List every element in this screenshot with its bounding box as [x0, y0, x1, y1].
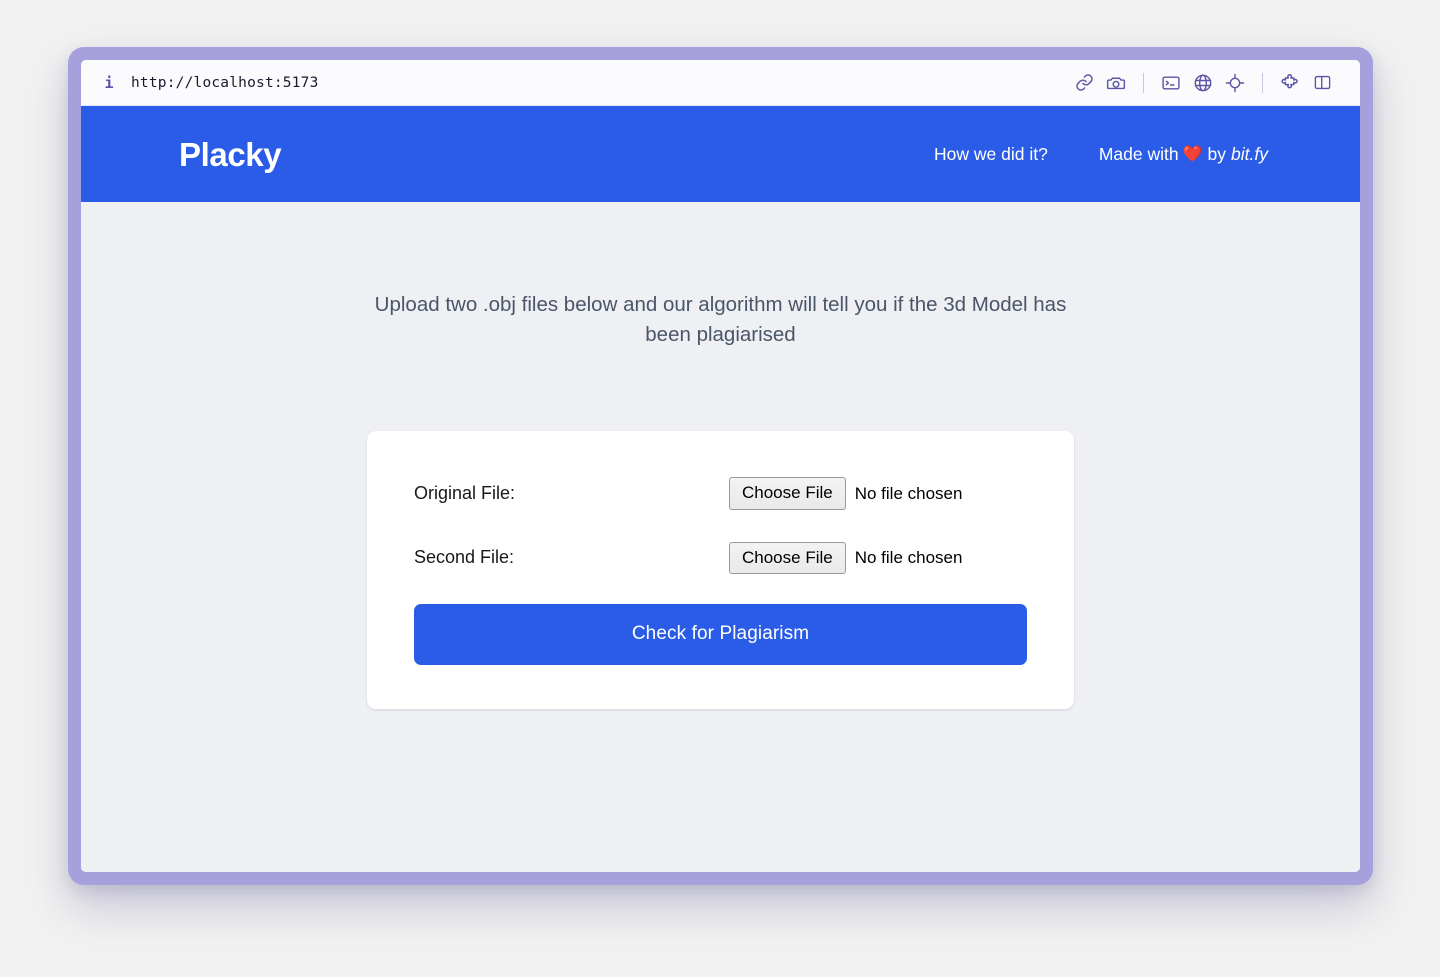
site-logo[interactable]: Placky	[179, 138, 282, 171]
original-file-status: No file chosen	[854, 483, 963, 503]
browser-inner: i http://localhost:5173 Placky How we di…	[81, 60, 1360, 872]
puzzle-icon[interactable]	[1274, 69, 1306, 97]
original-file-input[interactable]: Choose File No file chosen	[729, 477, 963, 510]
heart-icon: ❤️	[1182, 146, 1203, 163]
intro-text: Upload two .obj files below and our algo…	[374, 293, 1067, 346]
globe-icon[interactable]	[1187, 69, 1219, 97]
panel-icon[interactable]	[1306, 69, 1338, 97]
link-icon[interactable]	[1068, 69, 1100, 97]
camera-icon[interactable]	[1100, 69, 1132, 97]
toolbar-divider-2	[1262, 72, 1263, 93]
main-content: Upload two .obj files below and our algo…	[81, 202, 1360, 872]
browser-url-bar: i http://localhost:5173	[81, 60, 1360, 106]
second-choose-file-button[interactable]: Choose File	[729, 541, 846, 574]
file-row-original: Original File: Choose File No file chose…	[414, 477, 1027, 510]
made-with-credit: Made with ❤️ by bit.fy	[1099, 144, 1268, 165]
toolbar-divider-1	[1143, 72, 1144, 93]
made-with-prefix: Made with	[1098, 143, 1179, 164]
browser-toolbar-icons	[1068, 69, 1338, 97]
original-file-label: Original File:	[414, 483, 516, 504]
upload-card: Original File: Choose File No file chose…	[367, 431, 1074, 709]
nav-link-how-we-did-it[interactable]: How we did it?	[934, 144, 1048, 165]
original-choose-file-button[interactable]: Choose File	[729, 477, 846, 510]
second-file-status: No file chosen	[854, 547, 963, 567]
url-text[interactable]: http://localhost:5173	[131, 75, 319, 91]
terminal-icon[interactable]	[1155, 69, 1187, 97]
browser-window: i http://localhost:5173 Placky How we di…	[68, 47, 1373, 885]
made-with-by: by	[1207, 143, 1227, 164]
site-header: Placky How we did it? Made with ❤️ by bi…	[81, 106, 1360, 202]
file-row-second: Second File: Choose File No file chosen	[414, 541, 1027, 574]
page-viewport: Placky How we did it? Made with ❤️ by bi…	[81, 106, 1360, 872]
site-nav: How we did it? Made with ❤️ by bit.fy	[934, 144, 1268, 165]
check-plagiarism-button[interactable]: Check for Plagiarism	[414, 603, 1027, 665]
info-icon[interactable]: i	[99, 73, 119, 93]
second-file-label: Second File:	[414, 547, 515, 568]
second-file-input[interactable]: Choose File No file chosen	[729, 541, 963, 574]
author-link[interactable]: bit.fy	[1231, 144, 1268, 165]
crosshair-icon[interactable]	[1219, 69, 1251, 97]
